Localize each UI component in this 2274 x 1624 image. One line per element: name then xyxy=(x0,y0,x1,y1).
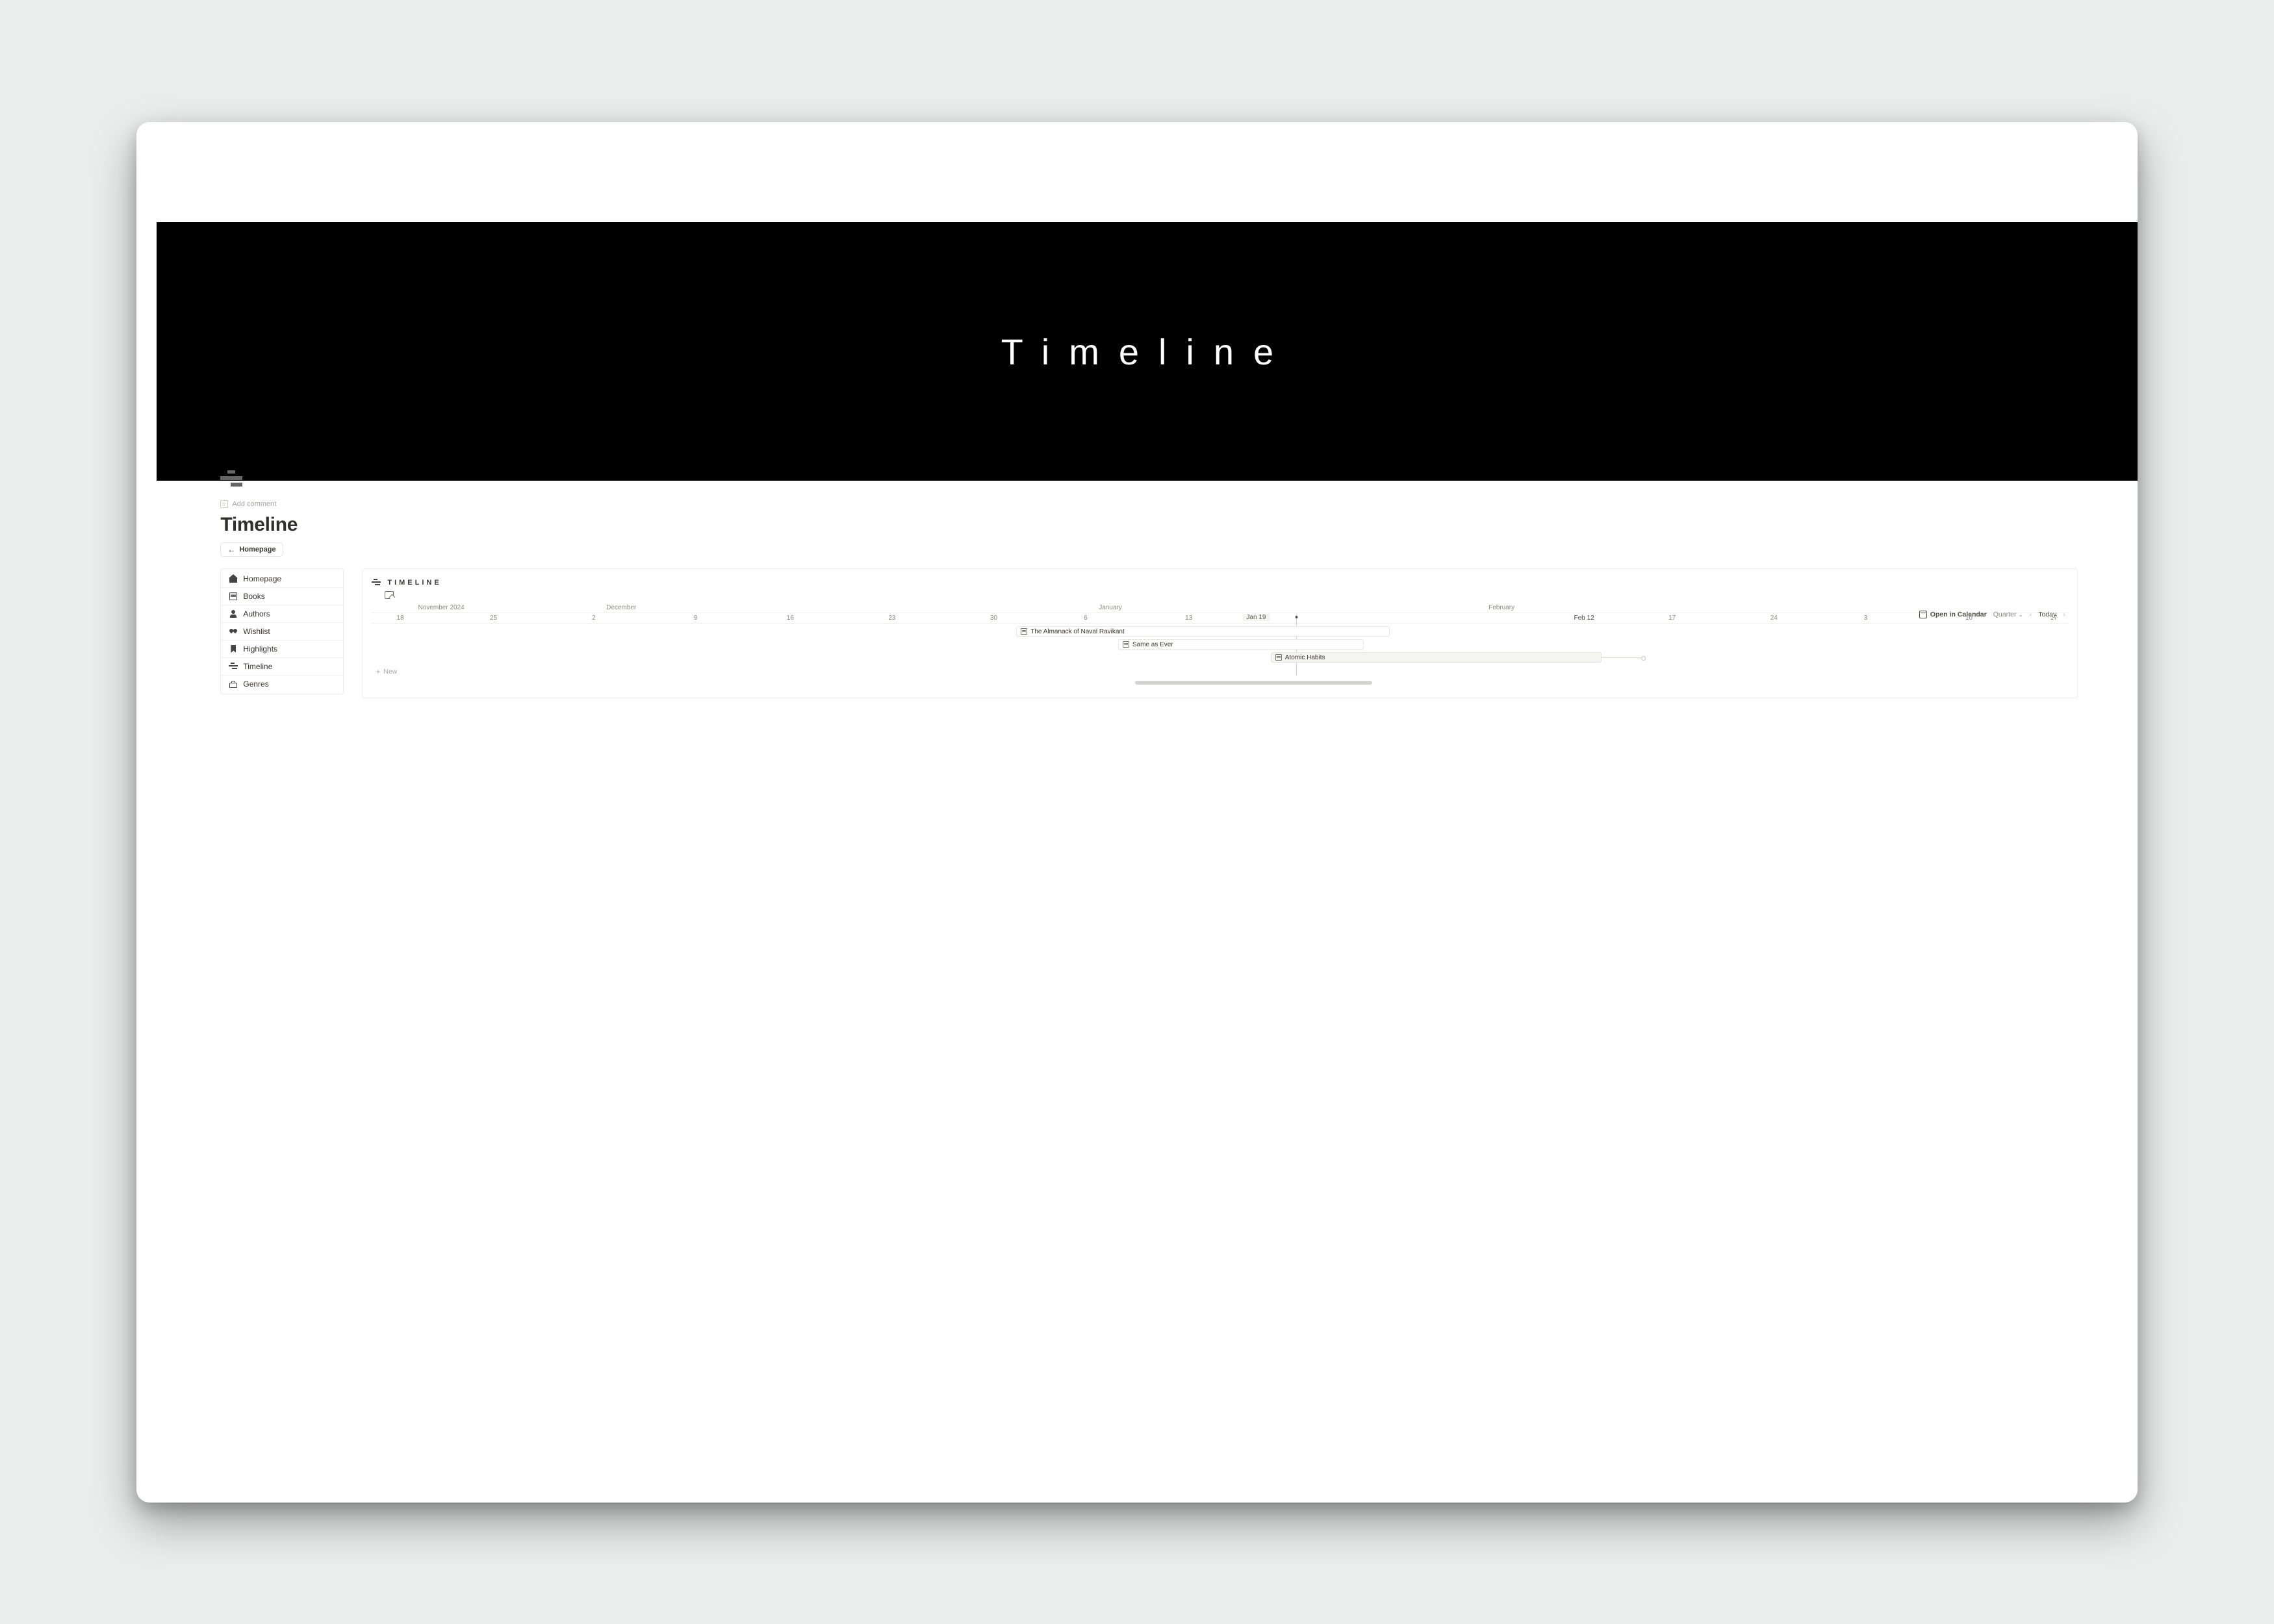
sidebar-item-label: Genres xyxy=(243,679,268,689)
day-label: 13 xyxy=(1185,615,1192,622)
page-icon xyxy=(1123,641,1129,648)
timeline-controls: Open in Calendar Quarter ⌄ ‹ Today › xyxy=(1919,603,2065,626)
range-select-label: Quarter xyxy=(1993,611,2017,618)
timeline-view-icon[interactable] xyxy=(385,591,394,599)
sidebar-item-genres[interactable]: Genres xyxy=(221,676,343,692)
sidebar-item-wishlist[interactable]: Wishlist xyxy=(221,623,343,641)
timeline-icon xyxy=(372,578,381,587)
timeline-body[interactable]: + New The Almanack of Naval Ravikant Same… xyxy=(372,624,2067,674)
timeline-container: Open in Calendar Quarter ⌄ ‹ Today › Nov… xyxy=(372,603,2067,685)
range-select[interactable]: Quarter ⌄ xyxy=(1993,611,2023,618)
page-cover: Timeline xyxy=(136,122,2138,481)
month-label: February xyxy=(1488,604,1514,611)
sidebar-item-highlights[interactable]: Highlights xyxy=(221,641,343,658)
timeline-section-header: TIMELINE xyxy=(372,578,2067,587)
sidebar-item-label: Wishlist xyxy=(243,627,270,636)
new-label: New xyxy=(383,668,397,676)
author-icon xyxy=(229,609,238,618)
month-label: November 2024 xyxy=(418,604,465,611)
chevron-down-icon: ⌄ xyxy=(2018,611,2023,618)
page-cover-inner: Timeline xyxy=(157,222,2138,481)
scrollbar-thumb[interactable] xyxy=(1135,681,1372,685)
day-label: 30 xyxy=(990,615,997,622)
cover-title: Timeline xyxy=(1001,331,1294,373)
day-label: 25 xyxy=(490,615,497,622)
timeline-event[interactable]: Same as Ever xyxy=(1118,639,1364,650)
content-columns: Homepage Books Authors Wishlist Highlights Ti… xyxy=(220,568,2077,698)
open-in-calendar-label: Open in Calendar xyxy=(1930,611,1987,618)
book-icon xyxy=(229,592,238,601)
day-header-row: 182529162330613Jan 19Feb 12172431017 xyxy=(372,613,2067,624)
day-label: 9 xyxy=(694,615,698,622)
comment-icon xyxy=(220,500,228,508)
add-comment-label: Add comment xyxy=(232,500,276,508)
timeline-event-title: The Almanack of Naval Ravikant xyxy=(1030,628,1125,635)
prev-button[interactable]: ‹ xyxy=(2030,611,2032,618)
next-button[interactable]: › xyxy=(2063,611,2065,618)
sidebar-item-label: Authors xyxy=(243,609,270,618)
page-body: Add comment Timeline ← Homepage Homepage… xyxy=(136,470,2138,758)
today-marker-dot xyxy=(1295,616,1297,618)
sidebar-item-timeline[interactable]: Timeline xyxy=(221,658,343,676)
plus-icon: + xyxy=(376,668,380,676)
add-comment-button[interactable]: Add comment xyxy=(220,500,276,508)
arrow-left-icon: ← xyxy=(227,546,235,553)
month-label: December xyxy=(606,604,636,611)
home-icon xyxy=(229,574,238,583)
timeline-panel: TIMELINE Open in Calendar Quarter ⌄ ‹ xyxy=(362,568,2077,698)
timeline-event-extent[interactable] xyxy=(1602,657,1644,658)
sidebar-item-label: Highlights xyxy=(243,644,277,653)
day-label: 6 xyxy=(1084,615,1088,622)
day-label: 18 xyxy=(396,615,403,622)
timeline-event[interactable]: The Almanack of Naval Ravikant xyxy=(1016,626,1389,637)
timeline-event-title: Same as Ever xyxy=(1132,641,1173,648)
genre-icon xyxy=(229,679,238,689)
bookmark-icon xyxy=(229,644,238,653)
open-in-calendar-button[interactable]: Open in Calendar xyxy=(1919,611,1987,618)
horizontal-scrollbar[interactable] xyxy=(372,681,2067,685)
page-title: Timeline xyxy=(220,514,2077,536)
sidebar-item-authors[interactable]: Authors xyxy=(221,605,343,623)
day-label: 17 xyxy=(1668,615,1676,622)
day-label: 2 xyxy=(592,615,596,622)
day-label: 24 xyxy=(1770,615,1778,622)
timeline-icon xyxy=(229,662,238,671)
new-button[interactable]: + New xyxy=(372,668,397,676)
day-label: Feb 12 xyxy=(1574,615,1594,622)
page-icon xyxy=(1021,628,1027,635)
timeline-event-title: Atomic Habits xyxy=(1285,654,1325,661)
homepage-button-label: Homepage xyxy=(239,546,275,553)
today-date-label: Jan 19 xyxy=(1242,614,1270,621)
timeline-event[interactable]: Atomic Habits xyxy=(1271,652,1602,663)
calendar-icon xyxy=(1919,611,1927,618)
sidebar-item-label: Books xyxy=(243,592,264,601)
today-button[interactable]: Today xyxy=(2038,611,2056,618)
homepage-button[interactable]: ← Homepage xyxy=(220,542,283,557)
app-frame: Timeline Add comment Timeline ← Homepage… xyxy=(136,122,2138,1503)
sidebar-item-label: Homepage xyxy=(243,574,281,583)
month-label: January xyxy=(1099,604,1122,611)
sidebar-item-label: Timeline xyxy=(243,662,272,671)
page-icon[interactable] xyxy=(220,470,248,491)
sidebar-nav: Homepage Books Authors Wishlist Highlights Ti… xyxy=(220,568,344,694)
sidebar-item-books[interactable]: Books xyxy=(221,588,343,605)
day-label: 16 xyxy=(787,615,794,622)
timeline-section-label: TIMELINE xyxy=(387,579,441,587)
month-header-row: November 2024 December January February xyxy=(372,603,2067,613)
sidebar-item-homepage[interactable]: Homepage xyxy=(221,570,343,588)
wishlist-icon xyxy=(229,627,238,636)
day-label: 3 xyxy=(1864,615,1868,622)
day-label: 23 xyxy=(888,615,895,622)
page-icon xyxy=(1275,654,1282,661)
